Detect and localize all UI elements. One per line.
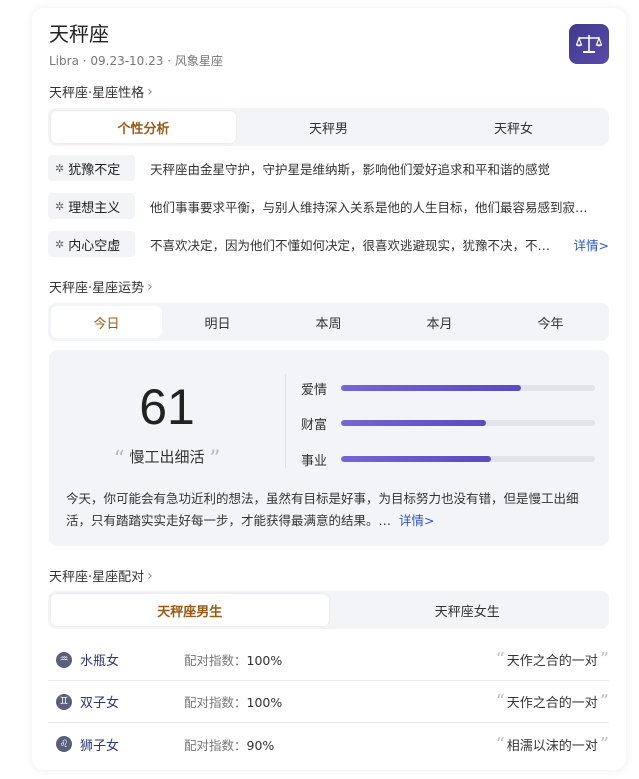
header: 天秤座 Libra · 09.23-10.23 · 风象星座 [49,22,609,72]
trait-row: ✲ 内心空虚 不喜欢决定，因为他们不懂如何决定，很喜欢逃避现实，犹豫不决，不… … [48,230,609,258]
tab-libra-male-match[interactable]: 天秤座男生 [51,594,329,626]
bar-label: 财富 [301,417,328,433]
fortune-motto: “ 慢工出细活 ” [49,446,285,472]
gemini-icon: ♊ [56,693,72,710]
match-index-value: 90% [246,737,275,753]
match-index-label: 配对指数： [184,737,247,753]
bar-track [341,420,595,426]
tab-libra-female-match[interactable]: 天秤座女生 [329,594,607,626]
page-title: 天秤座 [49,22,109,46]
fortune-score: 61 [139,379,195,435]
bar-fill [341,456,491,462]
fortune-bar-career: 事业 [301,449,595,469]
chevron-right-icon: › [147,278,153,295]
tab-personality-analysis[interactable]: 个性分析 [51,111,236,143]
tab-tomorrow[interactable]: 明日 [162,306,273,338]
libra-icon[interactable] [569,24,609,64]
match-index-value: 100% [246,653,283,668]
fortune-bar-wealth: 财富 [301,413,595,433]
match-tabs: 天秤座男生 天秤座女生 [48,591,609,629]
fortune-panel: 61 “ 慢工出细活 ” 爱情 财富 事业 今天，你可能会有急功近利的想法，虽然… [49,350,609,546]
match-index-label: 配对指数： [184,653,247,668]
match-section-title[interactable]: 天秤座·星座配对 › [49,566,153,586]
section-title-text: 天秤座·星座性格 [49,86,145,101]
match-row[interactable]: ♊ 双子女 配对指数：100% “天作之合的一对” [48,681,609,723]
match-desc: “天作之合的一对” [496,691,609,712]
trait-row: ✲ 理想主义 他们事事要求平衡，与别人维持深入关系是他的人生目标，他们最容易感到… [48,192,609,220]
match-desc-text: 天作之合的一对 [506,654,598,669]
bar-label: 事业 [301,453,328,469]
personality-more-link[interactable]: 详情> [574,235,609,254]
divider [285,374,286,468]
aquarius-icon: ♒ [56,651,72,668]
bar-fill [341,420,486,426]
fortune-tabs: 今日 明日 本周 本月 今年 [48,303,609,341]
gear-icon: ✲ [55,161,65,175]
gear-icon: ✲ [55,237,65,251]
match-index: 配对指数：100% [184,692,282,711]
match-desc-text: 天作之合的一对 [506,696,598,711]
close-quote-icon: ” [599,691,609,712]
bar-track [341,385,595,391]
open-quote-icon: “ [113,447,125,472]
fortune-more-link[interactable]: 详情> [399,513,434,528]
match-index-label: 配对指数： [184,695,247,710]
trait-text: 不喜欢决定，因为他们不懂如何决定，很喜欢逃避现实，犹豫不决，不… [150,237,551,253]
section-title-text: 天秤座·星座运势 [49,281,145,296]
fortune-description: 今天，你可能会有急功近利的想法，虽然有目标是好事，为目标努力也没有错，但是慢工出… [66,488,591,532]
section-title-text: 天秤座·星座配对 [49,570,145,585]
leo-icon: ♌ [56,736,72,752]
tab-this-month[interactable]: 本月 [384,306,495,338]
trait-tag-label: 理想主义 [68,200,121,216]
match-index: 配对指数：100% [184,650,282,669]
page-subtitle: Libra · 09.23-10.23 · 风象星座 [49,54,223,68]
fortune-section-title[interactable]: 天秤座·星座运势 › [49,277,153,297]
trait-tag: ✲ 理想主义 [48,193,135,219]
trait-text: 天秤座由金星守护，守护星是维纳斯，影响他们爱好追求和平和谐的感觉 [150,161,551,177]
bar-fill [341,385,522,391]
match-name[interactable]: 双子女 [80,692,184,711]
trait-text: 他们事事要求平衡，与别人维持深入关系是他的人生目标，他们最容易感到寂… [150,199,588,215]
bar-label: 爱情 [301,382,328,398]
open-quote-icon: “ [495,649,505,670]
trait-tag: ✲ 犹豫不定 [48,155,135,181]
fortune-bar-love: 爱情 [301,378,595,398]
tab-this-year[interactable]: 今年 [495,306,606,338]
chevron-right-icon: › [147,567,153,584]
close-quote-icon: ” [209,447,221,472]
match-desc: “天作之合的一对” [496,649,609,670]
open-quote-icon: “ [495,691,505,712]
fortune-text: 今天，你可能会有急功近利的想法，虽然有目标是好事，为目标努力也没有错，但是慢工出… [66,491,579,528]
match-name[interactable]: 水瓶女 [80,650,184,669]
close-quote-icon: ” [599,649,609,670]
personality-section-title[interactable]: 天秤座·星座性格 › [49,82,153,102]
gear-icon: ✲ [55,199,65,213]
match-index-value: 100% [246,695,283,710]
tab-libra-male[interactable]: 天秤男 [236,111,421,143]
match-desc-text: 相濡以沫的一对 [506,738,598,754]
match-row[interactable]: ♒ 水瓶女 配对指数：100% “天作之合的一对” [48,639,609,681]
match-name[interactable]: 狮子女 [80,735,184,754]
personality-tabs: 个性分析 天秤男 天秤女 [48,108,609,146]
trait-tag: ✲ 内心空虚 [48,231,135,257]
bar-track [341,456,595,462]
close-quote-icon: ” [599,733,609,755]
trait-row: ✲ 犹豫不定 天秤座由金星守护，守护星是维纳斯，影响他们爱好追求和平和谐的感觉 [48,154,609,182]
match-row[interactable]: ♌ 狮子女 配对指数：90% “相濡以沫的一对” [48,723,609,765]
chevron-right-icon: › [147,83,153,100]
tab-this-week[interactable]: 本周 [273,306,384,338]
match-index: 配对指数：90% [184,735,274,754]
tab-today[interactable]: 今日 [51,306,162,338]
match-desc: “相濡以沫的一对” [496,734,609,755]
tab-libra-female[interactable]: 天秤女 [421,111,606,143]
motto-text: 慢工出细活 [129,448,205,466]
open-quote-icon: “ [495,733,505,755]
horoscope-card: 天秤座 Libra · 09.23-10.23 · 风象星座 天秤座·星座性格 … [32,8,626,770]
trait-tag-label: 犹豫不定 [68,162,121,178]
trait-tag-label: 内心空虚 [68,238,121,254]
